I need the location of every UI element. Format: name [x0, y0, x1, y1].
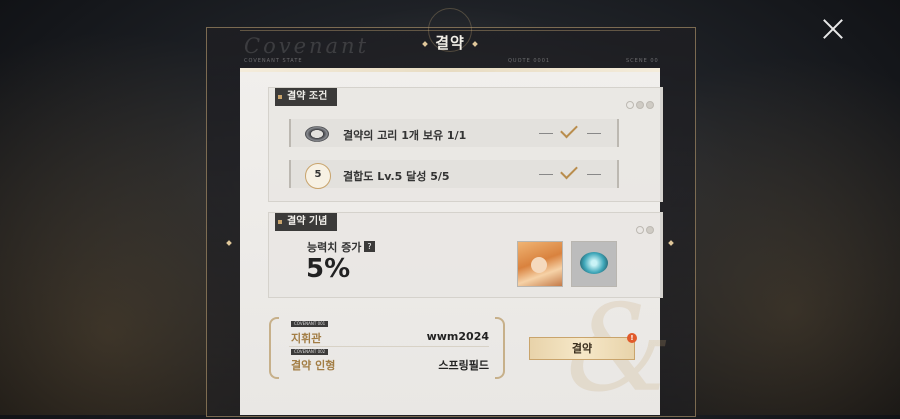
- condition-row: 5 결합도 Lv.5 달성 5/5: [289, 160, 619, 189]
- covenant-button[interactable]: 결약: [529, 337, 635, 360]
- help-icon[interactable]: ?: [364, 241, 375, 252]
- conditions-section: 결약 조건 결약의 고리 1개 보유 1/1 5 결합도 Lv.5 달성 5/5: [268, 87, 663, 202]
- band-label: QUOTE 0001: [508, 58, 551, 64]
- character-portrait-icon[interactable]: [517, 241, 563, 287]
- title-dot-icon: [422, 40, 429, 47]
- divider: [289, 346, 489, 347]
- ring-icon: [305, 126, 329, 142]
- panel-top-accent: [240, 68, 660, 72]
- divider: [539, 174, 553, 175]
- stat-value: 5%: [306, 254, 351, 284]
- divider: [587, 174, 601, 175]
- bracket-left-icon: [269, 317, 279, 379]
- doll-label: 결약 인형: [291, 359, 336, 372]
- band-label: COVENANT STATE: [244, 58, 303, 64]
- bracket-right-icon: [495, 317, 505, 379]
- section-title: 결약 조건: [275, 88, 338, 106]
- dialog-title-wrap: 결약: [410, 32, 490, 53]
- info-tag: COVENANT 002: [291, 349, 329, 355]
- check-icon: [560, 161, 578, 180]
- section-dots-icon: [634, 219, 654, 238]
- commander-value: wwm2024: [426, 330, 489, 343]
- title-dot-icon: [471, 40, 478, 47]
- divider: [587, 133, 601, 134]
- band-label: SCENE 00: [626, 58, 659, 64]
- info-tag: COVENANT 001: [291, 321, 329, 327]
- level-5-icon: 5: [305, 163, 331, 189]
- commander-label: 지휘관: [291, 332, 322, 345]
- condition-text: 결약의 고리 1개 보유 1/1: [343, 129, 467, 142]
- section-title: 결약 기념: [275, 213, 338, 231]
- condition-text: 결합도 Lv.5 달성 5/5: [343, 170, 450, 183]
- check-icon: [560, 120, 578, 139]
- close-icon[interactable]: [822, 18, 844, 40]
- section-dots-icon: [624, 94, 654, 113]
- stat-label: 능력치 증가: [307, 241, 362, 254]
- condition-row: 결약의 고리 1개 보유 1/1: [289, 119, 619, 147]
- alert-badge: !: [627, 333, 637, 343]
- divider: [539, 133, 553, 134]
- doll-value: 스프링필드: [438, 359, 489, 372]
- covenant-info: COVENANT 001 지휘관 wwm2024 COVENANT 002 결약…: [269, 317, 505, 379]
- header-bg-word: Covenant: [244, 34, 370, 58]
- dialog-title: 결약: [435, 34, 465, 52]
